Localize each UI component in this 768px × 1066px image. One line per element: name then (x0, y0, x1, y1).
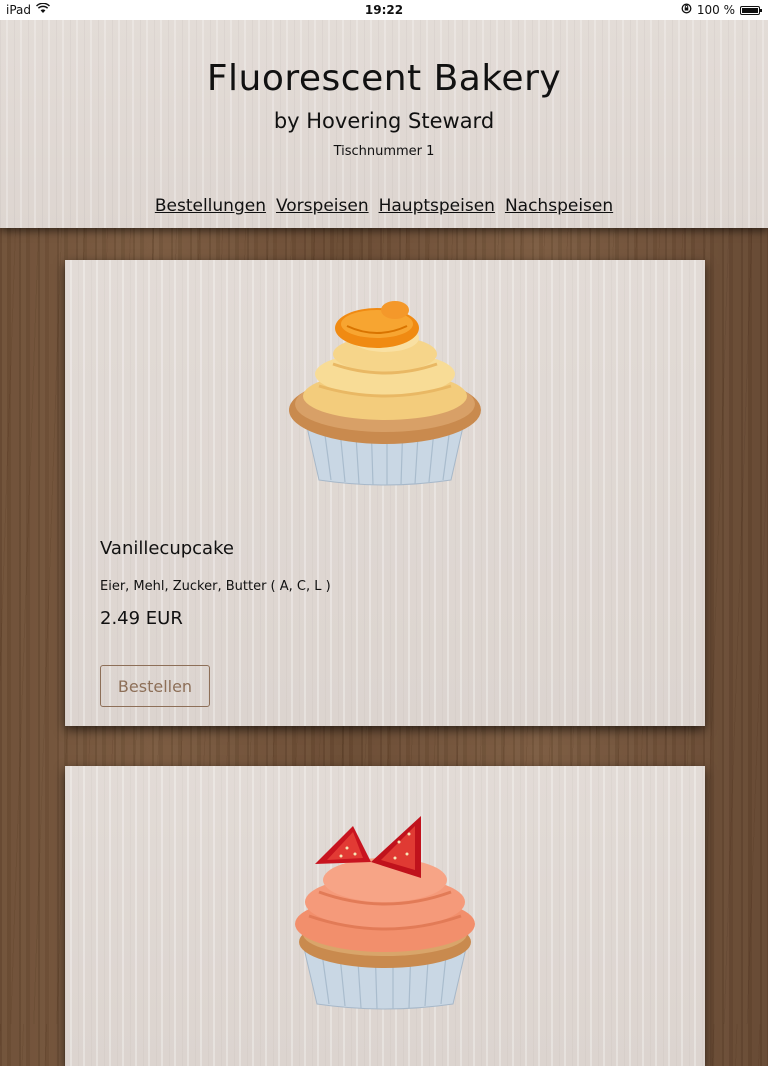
battery-percent: 100 % (696, 3, 735, 17)
nav-mains[interactable]: Hauptspeisen (379, 196, 495, 216)
table-number: Tischnummer 1 (333, 144, 435, 159)
page-subtitle: by Hovering Steward (273, 109, 495, 133)
battery-fill (742, 7, 758, 13)
product-ingredients: Eier, Mehl, Zucker, Butter ( A, C, L ) (100, 579, 331, 594)
header: Fluorescent Bakery by Hovering Steward T… (0, 20, 768, 228)
nav-orders[interactable]: Bestellungen (155, 196, 266, 216)
status-right: 100 % (681, 3, 762, 17)
order-button[interactable]: Bestellen (100, 665, 210, 707)
nav-desserts[interactable]: Nachspeisen (505, 196, 613, 216)
product-card (65, 766, 705, 1066)
strawberry-cupcake-image (295, 816, 475, 1010)
status-bar: iPad 19:22 100 % (0, 0, 768, 20)
product-card: Vanillecupcake Eier, Mehl, Zucker, Butte… (65, 260, 705, 726)
product-price: 2.49 EUR (100, 608, 183, 629)
battery-icon (740, 5, 762, 15)
product-name: Vanillecupcake (100, 538, 234, 559)
orientation-lock-icon (681, 3, 692, 17)
status-time: 19:22 (364, 3, 404, 17)
main-nav: Bestellungen Vorspeisen Hauptspeisen Nac… (0, 196, 768, 216)
nav-starters[interactable]: Vorspeisen (276, 196, 369, 216)
vanilla-cupcake-image (289, 301, 481, 486)
page-title: Fluorescent Bakery (206, 58, 562, 99)
